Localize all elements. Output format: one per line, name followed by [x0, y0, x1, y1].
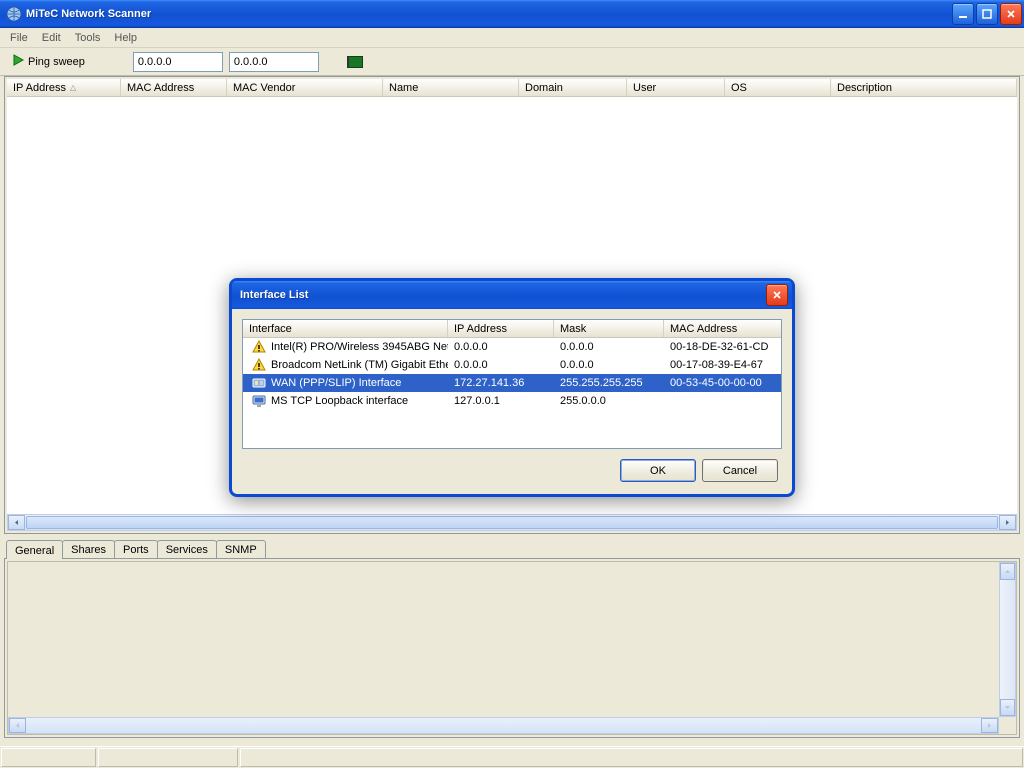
dialog-body: Interface IP Address Mask MAC Address In… [232, 309, 792, 494]
ip-from-input[interactable] [133, 52, 223, 72]
cell-mask: 255.255.255.255 [554, 374, 664, 392]
col-mac[interactable]: MAC Address [664, 320, 781, 337]
detail-panel [4, 558, 1020, 738]
scroll-thumb[interactable] [26, 516, 998, 529]
dialog-titlebar: Interface List [232, 281, 792, 309]
toolbar: Ping sweep [0, 48, 1024, 76]
scroll-down-icon[interactable] [1000, 699, 1015, 716]
cell-mask: 0.0.0.0 [554, 338, 664, 356]
detail-body [7, 561, 1017, 735]
statusbar [0, 746, 1024, 768]
cell-ip: 172.27.141.36 [448, 374, 554, 392]
col-domain[interactable]: Domain [519, 79, 627, 96]
interface-row[interactable]: WAN (PPP/SLIP) Interface 172.27.141.36255… [243, 374, 781, 392]
scroll-track[interactable] [26, 718, 981, 733]
close-button[interactable] [1000, 3, 1022, 25]
interface-list-dialog: Interface List Interface IP Address Mask… [229, 278, 795, 497]
menu-edit[interactable]: Edit [36, 30, 67, 46]
interface-row[interactable]: MS TCP Loopback interface 127.0.0.1255.0.… [243, 392, 781, 410]
menu-file[interactable]: File [4, 30, 34, 46]
dialog-buttons: OK Cancel [242, 449, 782, 486]
cell-ip: 127.0.0.1 [448, 392, 554, 410]
play-icon [12, 54, 24, 69]
detail-hscroll[interactable] [8, 717, 999, 734]
cell-mask: 0.0.0.0 [554, 356, 664, 374]
col-ip[interactable]: IP Address △ [7, 79, 121, 96]
col-ip[interactable]: IP Address [448, 320, 554, 337]
results-hscroll[interactable] [7, 514, 1017, 531]
cell-mac: 00-53-45-00-00-00 [664, 374, 781, 392]
window-titlebar: MiTeC Network Scanner [0, 0, 1024, 28]
status-cell-3 [240, 748, 1023, 767]
detail-vscroll[interactable] [999, 562, 1016, 717]
col-name[interactable]: Name [383, 79, 519, 96]
col-interface[interactable]: Interface [243, 320, 448, 337]
menu-tools[interactable]: Tools [69, 30, 107, 46]
scroll-right-icon[interactable] [981, 718, 998, 733]
scroll-left-icon[interactable] [8, 515, 25, 530]
window-title: MiTeC Network Scanner [26, 8, 952, 20]
cell-mac: 00-18-DE-32-61-CD [664, 338, 781, 356]
scroll-up-icon[interactable] [1000, 563, 1015, 580]
ping-sweep-label: Ping sweep [28, 56, 85, 68]
interface-row[interactable]: Broadcom NetLink (TM) Gigabit Ether...0.… [243, 356, 781, 374]
tab-snmp[interactable]: SNMP [216, 540, 266, 558]
cell-ip: 0.0.0.0 [448, 338, 554, 356]
dialog-title: Interface List [240, 289, 766, 301]
flag-icon[interactable] [347, 56, 363, 68]
ok-button[interactable]: OK [620, 459, 696, 482]
col-user[interactable]: User [627, 79, 725, 96]
ip-to-input[interactable] [229, 52, 319, 72]
cell-interface: MS TCP Loopback interface [271, 395, 408, 407]
results-header: IP Address△ MAC Address MAC Vendor Name … [7, 79, 1017, 97]
warn-icon [251, 357, 267, 373]
scroll-track[interactable] [25, 515, 999, 530]
cancel-button[interactable]: Cancel [702, 459, 778, 482]
dialog-close-button[interactable] [766, 284, 788, 306]
cell-mac: 00-17-08-39-E4-67 [664, 356, 781, 374]
cell-mac [664, 392, 781, 410]
app-icon [6, 6, 22, 22]
interface-list: Interface IP Address Mask MAC Address In… [242, 319, 782, 449]
cell-mask: 255.0.0.0 [554, 392, 664, 410]
cell-interface: Broadcom NetLink (TM) Gigabit Ether... [271, 359, 448, 371]
scroll-left-icon[interactable] [9, 718, 26, 733]
tab-general[interactable]: General [6, 540, 63, 559]
col-ip-label: IP Address [13, 82, 66, 94]
scroll-track[interactable] [1000, 580, 1015, 699]
tab-services[interactable]: Services [157, 540, 217, 558]
sort-asc-icon: △ [70, 83, 76, 92]
col-vendor[interactable]: MAC Vendor [227, 79, 383, 96]
cell-interface: Intel(R) PRO/Wireless 3945ABG Netw... [271, 341, 448, 353]
col-desc[interactable]: Description [831, 79, 1017, 96]
scroll-right-icon[interactable] [999, 515, 1016, 530]
ping-sweep-button[interactable]: Ping sweep [6, 52, 91, 71]
interface-row[interactable]: Intel(R) PRO/Wireless 3945ABG Netw...0.0… [243, 338, 781, 356]
status-cell-2 [98, 748, 238, 767]
monitor-icon [251, 393, 267, 409]
menu-help[interactable]: Help [108, 30, 143, 46]
status-cell-1 [1, 748, 96, 767]
maximize-button[interactable] [976, 3, 998, 25]
minimize-button[interactable] [952, 3, 974, 25]
col-os[interactable]: OS [725, 79, 831, 96]
warn-icon [251, 339, 267, 355]
detail-tabs: General Shares Ports Services SNMP [4, 538, 1020, 558]
cell-interface: WAN (PPP/SLIP) Interface [271, 377, 401, 389]
col-mac[interactable]: MAC Address [121, 79, 227, 96]
nic-icon [251, 375, 267, 391]
tab-shares[interactable]: Shares [62, 540, 115, 558]
col-mask[interactable]: Mask [554, 320, 664, 337]
menubar: File Edit Tools Help [0, 28, 1024, 48]
window-controls [952, 3, 1022, 25]
tab-ports[interactable]: Ports [114, 540, 158, 558]
interface-list-body[interactable]: Intel(R) PRO/Wireless 3945ABG Netw...0.0… [243, 338, 781, 410]
interface-list-header: Interface IP Address Mask MAC Address [243, 320, 781, 338]
cell-ip: 0.0.0.0 [448, 356, 554, 374]
